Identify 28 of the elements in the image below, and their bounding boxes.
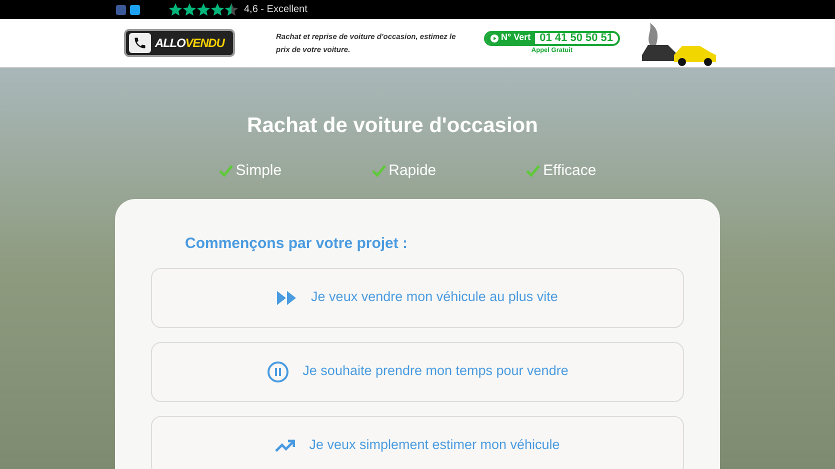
rating-text: 4,6 - Excellent — [244, 3, 308, 17]
fast-forward-icon — [277, 290, 298, 304]
logo[interactable]: ALLOVENDU — [124, 29, 235, 57]
free-number-label: N° Vert — [486, 32, 535, 44]
project-option-button[interactable]: Je veux simplement estimer mon véhicule — [151, 416, 684, 469]
feature-label: Simple — [236, 160, 282, 180]
free-number-badge[interactable]: N° Vert 01 41 50 50 51 — [484, 30, 620, 46]
phone-number: 01 41 50 50 51 — [538, 32, 614, 44]
star-icon — [211, 3, 224, 16]
project-option-button[interactable]: Je souhaite prendre mon temps pour vendre — [151, 342, 684, 402]
star-icon — [183, 3, 196, 16]
card-heading: Commençons par votre projet : — [185, 234, 409, 254]
star-icon — [169, 3, 182, 16]
play-icon — [490, 34, 499, 43]
feature-label: Rapide — [388, 160, 436, 180]
feature-label: Efficace — [543, 160, 596, 180]
logo-text: VENDU — [185, 36, 224, 50]
trend-up-icon — [275, 439, 296, 452]
hero-title: Rachat de voiture d'occasion — [247, 113, 538, 139]
check-icon — [372, 164, 386, 177]
star-icon — [197, 3, 210, 16]
pause-icon — [266, 360, 289, 382]
half-star-icon — [225, 3, 238, 16]
check-icon — [526, 164, 540, 177]
phone-icon — [133, 36, 147, 50]
check-icon — [218, 164, 233, 177]
project-option-button[interactable]: Je veux vendre mon véhicule au plus vite — [151, 268, 684, 328]
logo-text: ALLO — [155, 36, 186, 50]
